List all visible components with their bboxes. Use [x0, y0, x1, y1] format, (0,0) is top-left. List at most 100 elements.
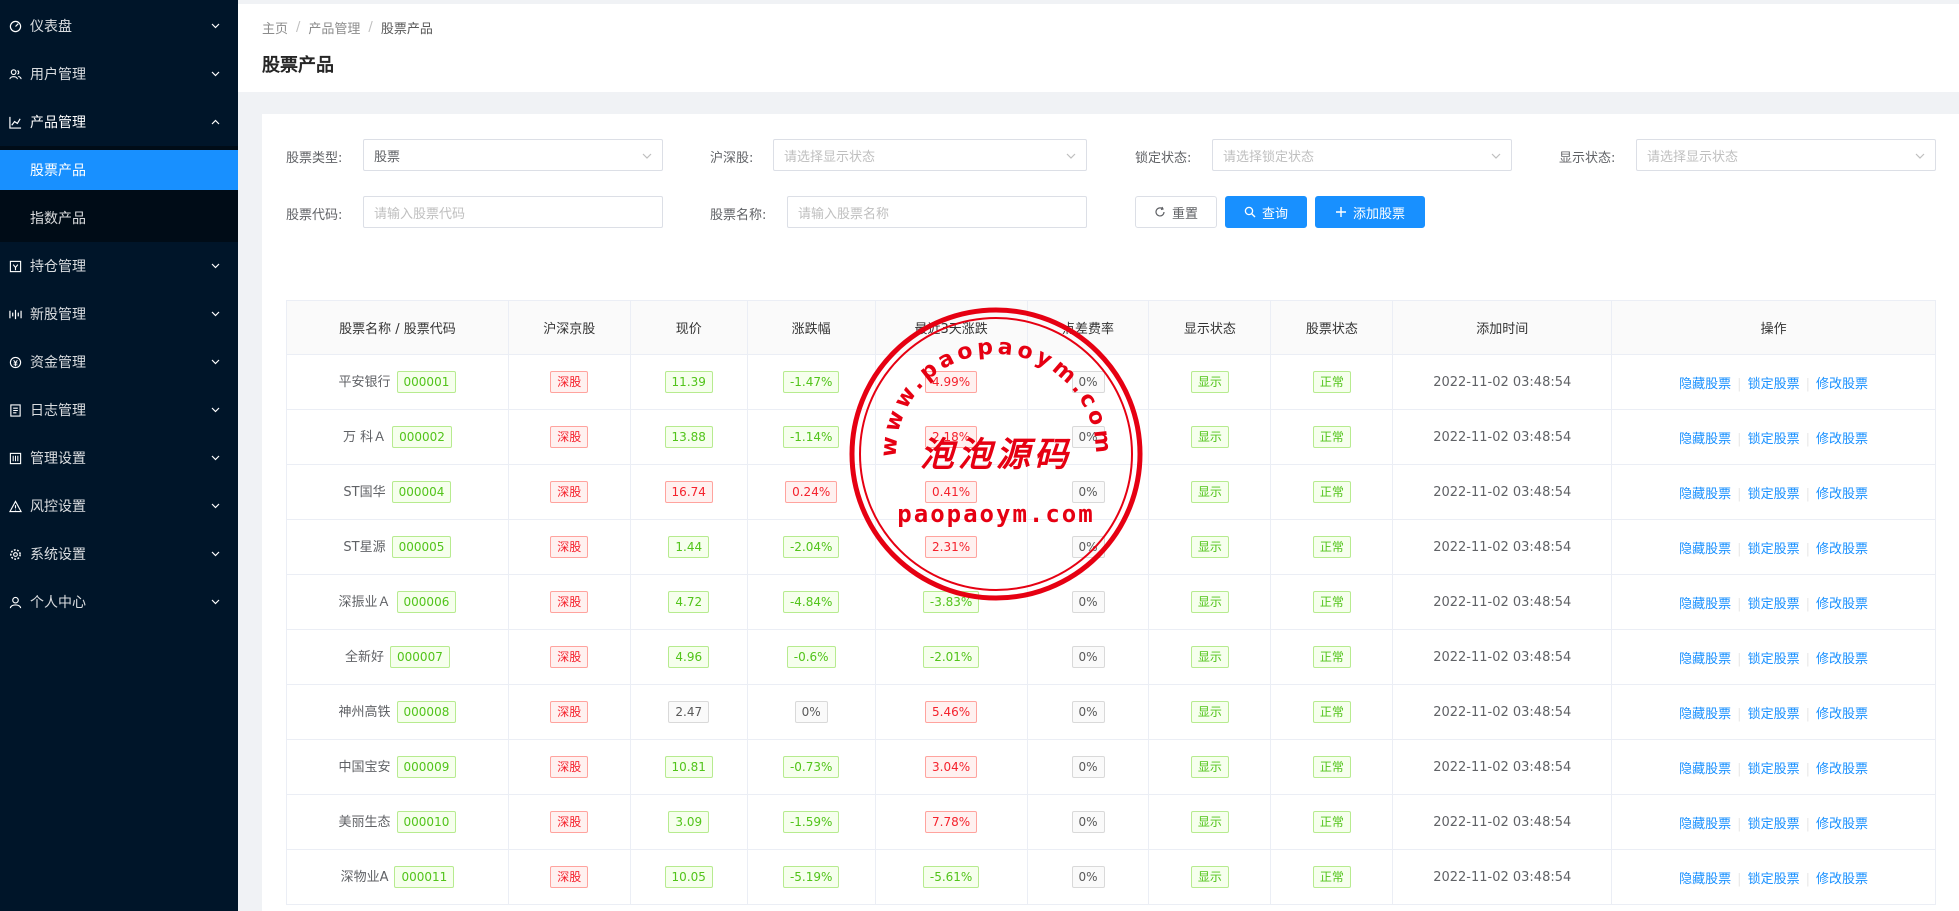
lock-stock-link[interactable]: 锁定股票 [1748, 652, 1800, 667]
money-icon [8, 355, 22, 369]
change3-tag: 0.41% [925, 481, 978, 503]
hide-stock-link[interactable]: 隐藏股票 [1679, 817, 1731, 832]
stock-code-tag: 000001 [396, 371, 457, 393]
sidebar-item-profile[interactable]: 个人中心 [0, 578, 238, 626]
edit-stock-link[interactable]: 修改股票 [1816, 872, 1868, 887]
col-header-price: 现价 [629, 300, 748, 355]
sidebar-item-admin-settings[interactable]: 管理设置 [0, 434, 238, 482]
stock-code-tag: 000010 [396, 811, 457, 833]
edit-stock-link[interactable]: 修改股票 [1816, 597, 1868, 612]
chevron-down-icon [1915, 150, 1925, 160]
action-separator: | [1805, 486, 1810, 502]
chevron-down-icon [210, 309, 220, 319]
cell-change3: 5.46% [874, 684, 1028, 740]
cell-change: -5.19% [746, 849, 876, 905]
chevron-down-icon [210, 405, 220, 415]
sidebar-item-ipo[interactable]: 新股管理 [0, 290, 238, 338]
lock-stock-link[interactable]: 锁定股票 [1748, 817, 1800, 832]
lock-status-select[interactable]: 请选择锁定状态 [1212, 139, 1512, 171]
lock-stock-link[interactable]: 锁定股票 [1748, 377, 1800, 392]
breadcrumb-home[interactable]: 主页 [262, 18, 288, 37]
cell-time: 2022-11-02 03:48:54 [1392, 464, 1613, 520]
cell-name-code: 美丽生态 000010 [286, 794, 509, 850]
edit-stock-link[interactable]: 修改股票 [1816, 707, 1868, 722]
cell-change3: 7.78% [874, 794, 1028, 850]
breadcrumb: 主页 / 产品管理 / 股票产品 [262, 18, 1935, 37]
hide-stock-link[interactable]: 隐藏股票 [1679, 487, 1731, 502]
sidebar-item-index-products[interactable]: 指数产品 [0, 196, 238, 240]
lock-stock-link[interactable]: 锁定股票 [1748, 542, 1800, 557]
search-button[interactable]: 查询 [1225, 196, 1307, 228]
stock-code-input[interactable]: 请输入股票代码 [363, 196, 663, 228]
display-status-tag: 显示 [1190, 426, 1229, 448]
hide-stock-link[interactable]: 隐藏股票 [1679, 652, 1731, 667]
change3-tag: 2.31% [925, 536, 978, 558]
market-select[interactable]: 请选择显示状态 [773, 139, 1087, 171]
cell-spread: 0% [1026, 629, 1150, 685]
sidebar-item-risk-settings[interactable]: 风控设置 [0, 482, 238, 530]
stock-name: 平安银行 [338, 375, 391, 390]
lock-stock-link[interactable]: 锁定股票 [1748, 762, 1800, 777]
page-title: 股票产品 [262, 55, 334, 76]
edit-stock-link[interactable]: 修改股票 [1816, 377, 1868, 392]
display-status-select[interactable]: 请选择显示状态 [1636, 139, 1936, 171]
change3-tag: 2.18% [925, 426, 978, 448]
hide-stock-link[interactable]: 隐藏股票 [1679, 707, 1731, 722]
lock-stock-link[interactable]: 锁定股票 [1748, 432, 1800, 447]
market-tag: 深股 [550, 371, 589, 393]
reset-button[interactable]: 重置 [1135, 196, 1217, 228]
edit-stock-link[interactable]: 修改股票 [1816, 542, 1868, 557]
cell-market: 深股 [507, 519, 631, 575]
stock-status-tag: 正常 [1312, 866, 1351, 888]
hide-stock-link[interactable]: 隐藏股票 [1679, 597, 1731, 612]
action-separator: | [1737, 816, 1742, 832]
edit-stock-link[interactable]: 修改股票 [1816, 652, 1868, 667]
price-tag: 4.96 [668, 646, 710, 668]
stock-name-input[interactable]: 请输入股票名称 [787, 196, 1087, 228]
edit-stock-link[interactable]: 修改股票 [1816, 487, 1868, 502]
sidebar-item-system-settings[interactable]: 系统设置 [0, 530, 238, 578]
sidebar: 仪表盘 用户管理 产品管理 股票产品 指数产品 持仓管理 新股管理 资金管理 日… [0, 0, 238, 911]
cell-actions: 隐藏股票 | 锁定股票 | 修改股票 [1611, 354, 1936, 410]
stock-type-select[interactable]: 股票 [363, 139, 663, 171]
cell-price: 1.44 [629, 519, 748, 575]
cell-display: 显示 [1148, 409, 1272, 465]
sidebar-item-products[interactable]: 产品管理 [0, 98, 238, 146]
lock-status-label: 锁定状态: [1135, 151, 1192, 166]
hide-stock-link[interactable]: 隐藏股票 [1679, 432, 1731, 447]
cell-spread: 0% [1026, 409, 1150, 465]
spread-tag: 0% [1071, 536, 1105, 558]
lock-stock-link[interactable]: 锁定股票 [1748, 597, 1800, 612]
add-stock-button[interactable]: 添加股票 [1315, 196, 1425, 228]
edit-stock-link[interactable]: 修改股票 [1816, 762, 1868, 777]
edit-stock-link[interactable]: 修改股票 [1816, 432, 1868, 447]
sidebar-item-logs[interactable]: 日志管理 [0, 386, 238, 434]
hide-stock-link[interactable]: 隐藏股票 [1679, 542, 1731, 557]
hide-stock-link[interactable]: 隐藏股票 [1679, 377, 1731, 392]
cell-market: 深股 [507, 629, 631, 685]
sidebar-item-users[interactable]: 用户管理 [0, 50, 238, 98]
chevron-down-icon [1066, 150, 1076, 160]
lock-stock-link[interactable]: 锁定股票 [1748, 487, 1800, 502]
action-separator: | [1805, 596, 1810, 612]
lock-stock-link[interactable]: 锁定股票 [1748, 707, 1800, 722]
sidebar-item-dashboard[interactable]: 仪表盘 [0, 2, 238, 50]
cell-spread: 0% [1026, 849, 1150, 905]
hide-stock-link[interactable]: 隐藏股票 [1679, 872, 1731, 887]
sidebar-item-stock-products[interactable]: 股票产品 [0, 150, 238, 190]
chevron-down-icon [642, 150, 652, 160]
sidebar-item-funds[interactable]: 资金管理 [0, 338, 238, 386]
breadcrumb-parent[interactable]: 产品管理 [308, 18, 360, 37]
cell-time: 2022-11-02 03:48:54 [1392, 519, 1613, 575]
search-icon [1244, 206, 1256, 218]
lock-stock-link[interactable]: 锁定股票 [1748, 872, 1800, 887]
cell-price: 13.88 [629, 409, 748, 465]
display-status-tag: 显示 [1190, 811, 1229, 833]
log-icon [8, 403, 22, 417]
market-label: 沪深股: [710, 151, 754, 166]
sidebar-item-positions[interactable]: 持仓管理 [0, 242, 238, 290]
edit-stock-link[interactable]: 修改股票 [1816, 817, 1868, 832]
cell-name-code: 中国宝安 000009 [286, 739, 509, 795]
hide-stock-link[interactable]: 隐藏股票 [1679, 762, 1731, 777]
stock-status-tag: 正常 [1312, 756, 1351, 778]
